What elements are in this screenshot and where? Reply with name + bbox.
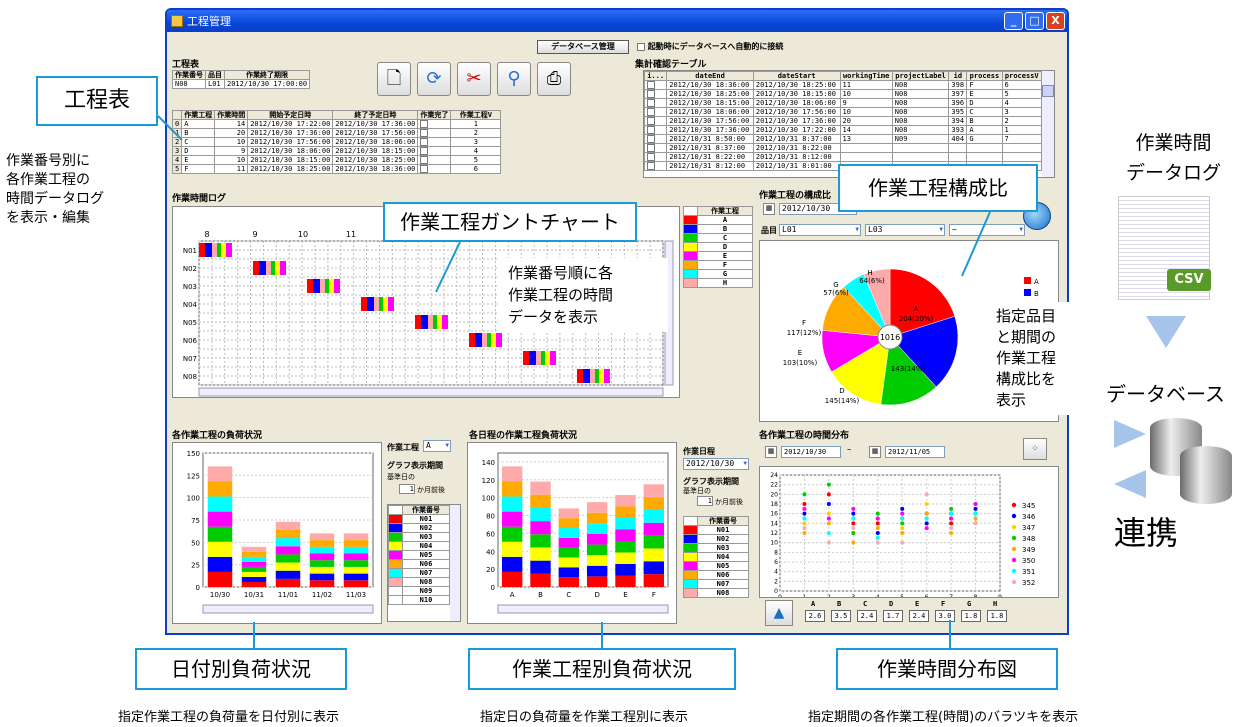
connector — [435, 241, 461, 293]
renkei-label: 連携 — [1114, 514, 1179, 552]
database-icon-2 — [1180, 446, 1232, 504]
csv-badge: CSV — [1167, 269, 1211, 291]
connector — [157, 115, 183, 141]
side-log-label: 作業時間 データログ — [1126, 128, 1221, 188]
down-arrow-icon — [1146, 316, 1186, 348]
connector — [961, 211, 991, 277]
db-label: データベース — [1106, 382, 1225, 406]
side-line: 作業時間 — [1135, 132, 1212, 154]
csv-file-icon: CSV — [1118, 196, 1211, 300]
side-line: データログ — [1126, 162, 1222, 184]
callout-connectors — [157, 115, 991, 648]
left-arrow-icon — [1114, 470, 1146, 498]
right-arrow-icon — [1114, 420, 1146, 448]
